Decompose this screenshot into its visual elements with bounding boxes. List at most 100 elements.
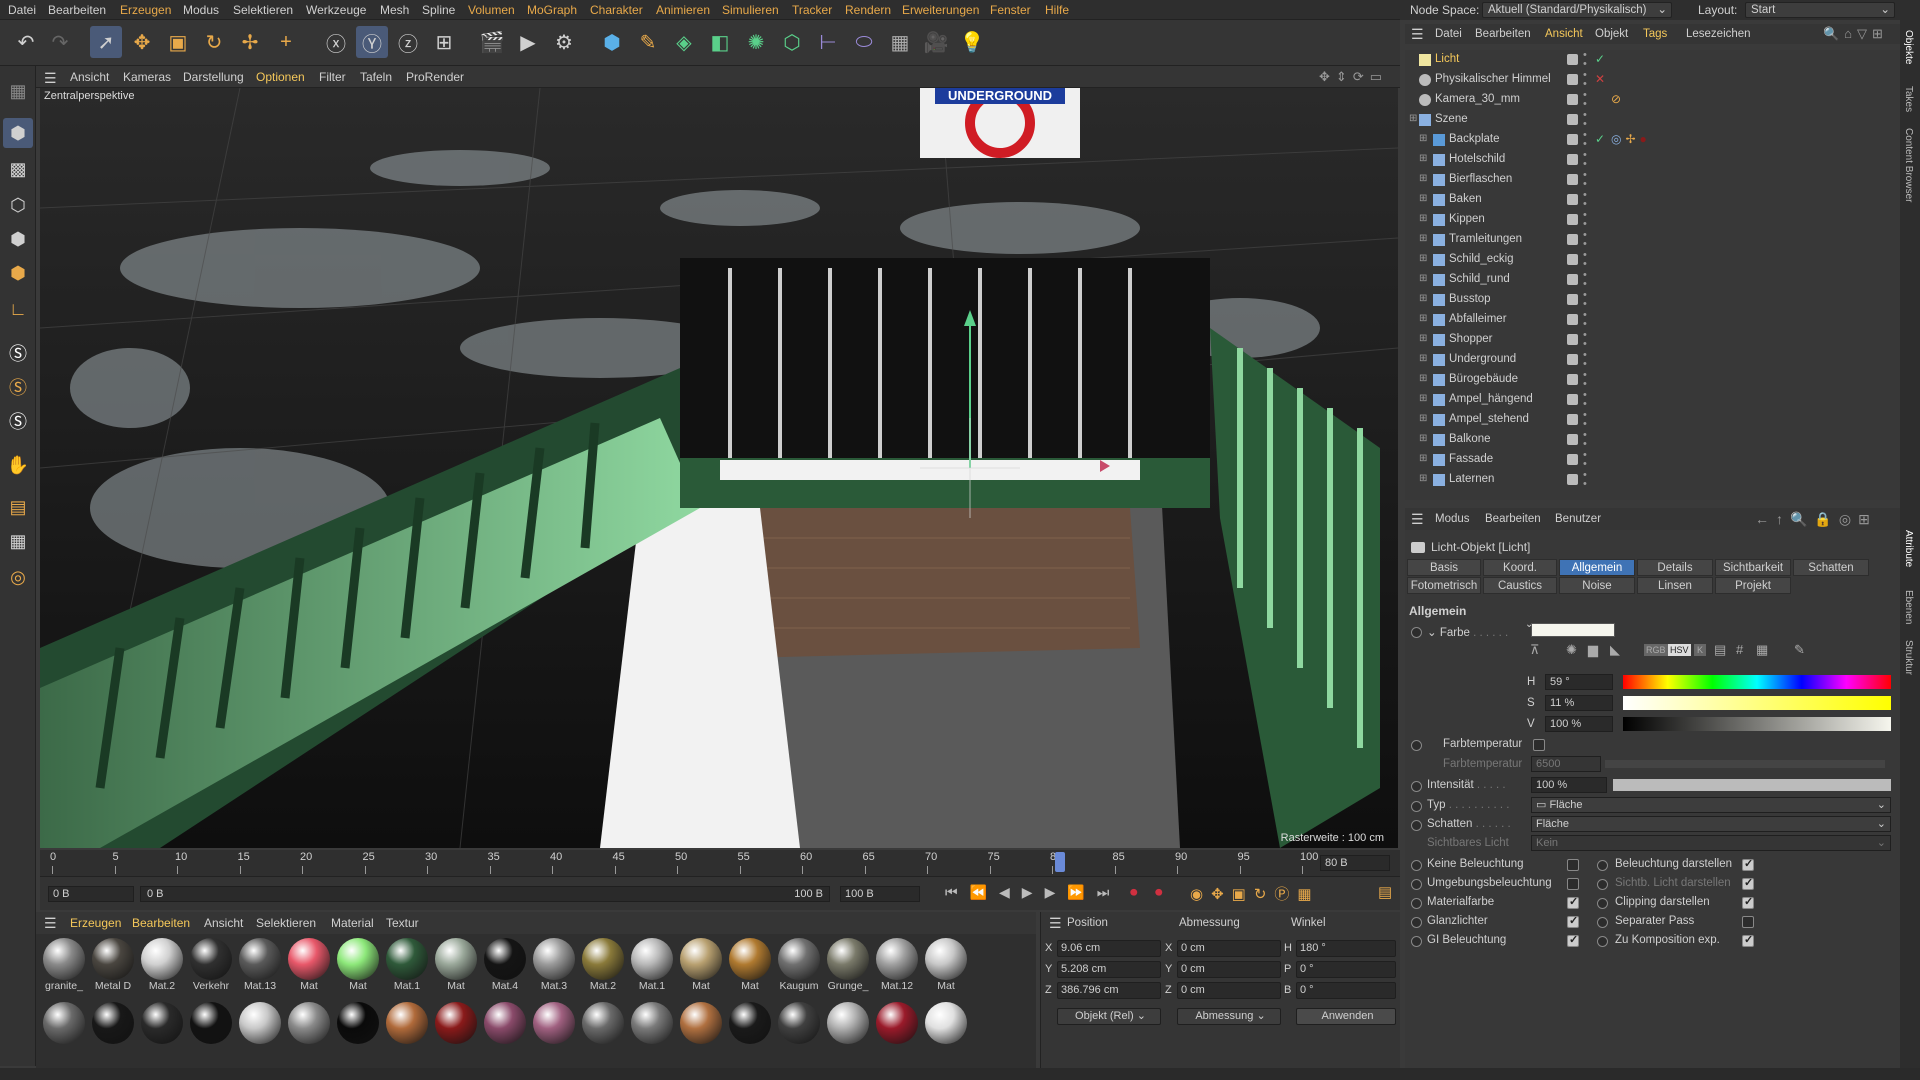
rotation-h-field[interactable]: 180 ° — [1296, 940, 1396, 957]
snap-icon[interactable]: Ⓢ — [3, 338, 33, 368]
pen-icon[interactable]: ✎ — [632, 26, 664, 58]
saturation-slider[interactable] — [1623, 696, 1891, 710]
recent-tools-icon[interactable]: ✢ — [234, 26, 266, 58]
object-row[interactable]: ⊞ Bierflaschen • • — [1405, 170, 1900, 190]
sidetab-takes[interactable]: Takes — [1903, 86, 1914, 112]
material-item[interactable]: Mat — [287, 938, 331, 994]
color-picker-icon[interactable]: ⊼ — [1530, 642, 1540, 658]
vp-menu-prorender[interactable]: ProRender — [406, 70, 464, 84]
mograph-icon[interactable]: ⬡ — [776, 26, 808, 58]
material-item[interactable] — [581, 1002, 625, 1058]
light-icon[interactable]: 💡 — [956, 26, 988, 58]
material-item[interactable] — [630, 1002, 674, 1058]
material-item[interactable] — [728, 1002, 772, 1058]
viewport-solo-icon[interactable]: ◎ — [3, 562, 33, 592]
edges-mode-icon[interactable]: ⬢ — [3, 224, 33, 254]
position-x-field[interactable]: 9.06 cm — [1057, 940, 1161, 957]
expand-icon[interactable]: ⊞ — [1419, 253, 1427, 264]
vp-menu-ansicht[interactable]: Ansicht — [70, 70, 109, 84]
menu-simulieren[interactable]: Simulieren — [722, 3, 779, 17]
expand-icon[interactable]: ⊞ — [1419, 373, 1427, 384]
material-item[interactable] — [91, 1002, 135, 1058]
select-tool-icon[interactable]: ➚ — [90, 26, 122, 58]
material-item[interactable] — [875, 1002, 919, 1058]
expand-icon[interactable]: ⊞ — [1419, 173, 1427, 184]
layer-edit-icon[interactable] — [1567, 154, 1578, 165]
kelvin-mode-button[interactable]: K — [1694, 644, 1707, 656]
layer-edit-icon[interactable] — [1567, 54, 1578, 65]
material-item[interactable]: Mat — [924, 938, 968, 994]
material-item[interactable]: Mat.3 — [532, 938, 576, 994]
visibility-dots-icon[interactable]: • • — [1583, 230, 1587, 250]
option-checkbox[interactable] — [1567, 859, 1579, 871]
x-axis-icon[interactable]: ⓧ — [320, 26, 352, 58]
node-space-select[interactable]: Aktuell (Standard/Physikalisch) ⌄ — [1482, 2, 1672, 18]
hamburger-icon[interactable]: ☰ — [44, 70, 57, 87]
sidetab-content-browser[interactable]: Content Browser — [1903, 128, 1914, 202]
value-field[interactable]: 100 % — [1545, 716, 1613, 732]
layer-edit-icon[interactable] — [1567, 194, 1578, 205]
tab-details[interactable]: Details — [1637, 559, 1713, 576]
expand-icon[interactable]: ⊞ — [1419, 473, 1427, 484]
schatten-anim-radio[interactable] — [1411, 820, 1422, 831]
visibility-dots-icon[interactable]: • • — [1583, 50, 1587, 70]
keyframe-tools-icon[interactable]: ◉✥▣↻Ⓟ▦ — [1190, 883, 1320, 904]
option-checkbox[interactable] — [1567, 878, 1579, 890]
material-item[interactable] — [140, 1002, 184, 1058]
material-item[interactable] — [483, 1002, 527, 1058]
tab-fotometrisch[interactable]: Fotometrisch — [1407, 577, 1481, 594]
add-tool-icon[interactable]: + — [270, 26, 302, 58]
typ-select[interactable]: ▭ Fläche ⌄ — [1531, 797, 1891, 813]
expand-icon[interactable]: ⊞ — [1419, 153, 1427, 164]
intensitaet-field[interactable]: 100 % — [1531, 777, 1607, 793]
om-toolbar-icons[interactable]: 🔍⌂▽⊞ — [1823, 26, 1888, 42]
object-row[interactable]: ⊞ Busstop • • — [1405, 290, 1900, 310]
material-item[interactable]: Mat.1 — [630, 938, 674, 994]
extrude-icon[interactable]: ◧ — [704, 26, 736, 58]
layer-edit-icon[interactable] — [1567, 394, 1578, 405]
hue-slider[interactable] — [1623, 675, 1891, 689]
material-item[interactable]: Mat.2 — [140, 938, 184, 994]
layer-edit-icon[interactable] — [1567, 74, 1578, 85]
axis-mode-icon[interactable]: ∟ — [3, 294, 33, 324]
visibility-dots-icon[interactable]: • • — [1583, 110, 1587, 130]
vp-menu-filter[interactable]: Filter — [319, 70, 346, 84]
expand-icon[interactable]: ⊞ — [1419, 393, 1427, 404]
farbtemp-slider[interactable] — [1605, 760, 1885, 768]
vp-menu-kameras[interactable]: Kameras — [123, 70, 171, 84]
sidetab-struktur[interactable]: Struktur — [1903, 640, 1914, 675]
camera-icon[interactable]: 🎥 — [920, 26, 952, 58]
tab-linsen[interactable]: Linsen — [1637, 577, 1713, 594]
end-frame-field[interactable]: 100 B — [840, 886, 920, 902]
visibility-dots-icon[interactable]: • • — [1583, 330, 1587, 350]
mat-menu-erzeugen[interactable]: Erzeugen — [70, 916, 121, 930]
object-row[interactable]: ⊞ Hotelschild • • — [1405, 150, 1900, 170]
spectrum-icon[interactable]: ▆ — [1588, 642, 1598, 658]
layer-edit-icon[interactable] — [1567, 454, 1578, 465]
expand-icon[interactable]: ⊞ — [1419, 233, 1427, 244]
menu-rendern[interactable]: Rendern — [845, 3, 891, 17]
expand-icon[interactable]: ⊞ — [1419, 133, 1427, 144]
layer-edit-icon[interactable] — [1567, 414, 1578, 425]
farbtemp-checkbox[interactable] — [1533, 739, 1545, 751]
layer-edit-icon[interactable] — [1567, 254, 1578, 265]
autokey-icon[interactable]: ⏺ — [1155, 884, 1163, 901]
option-anim-radio[interactable] — [1411, 898, 1422, 909]
tab-projekt[interactable]: Projekt — [1715, 577, 1791, 594]
subdivision-icon[interactable]: ◈ — [668, 26, 700, 58]
option-anim-radio[interactable] — [1411, 917, 1422, 928]
visibility-dots-icon[interactable]: • • — [1583, 290, 1587, 310]
option-checkbox[interactable] — [1567, 933, 1579, 947]
material-item[interactable]: Mat — [434, 938, 478, 994]
attr-nav-icons[interactable]: ←↑🔍🔒◎⊞ — [1755, 511, 1877, 528]
z-axis-icon[interactable]: ⓩ — [392, 26, 424, 58]
menu-erweiterungen[interactable]: Erweiterungen — [902, 3, 979, 17]
expand-icon[interactable]: ⊞ — [1419, 453, 1427, 464]
object-row[interactable]: Physikalischer Himmel • • ✕ — [1405, 70, 1900, 90]
grid-icon[interactable]: ▤ — [3, 492, 33, 522]
attr-menu-modus[interactable]: Modus — [1435, 513, 1470, 525]
object-row[interactable]: ⊞ Bürogebäude • • — [1405, 370, 1900, 390]
option-anim-radio[interactable] — [1597, 860, 1608, 871]
object-row[interactable]: ⊞ Baken • • — [1405, 190, 1900, 210]
menu-mesh[interactable]: Mesh — [380, 3, 409, 17]
